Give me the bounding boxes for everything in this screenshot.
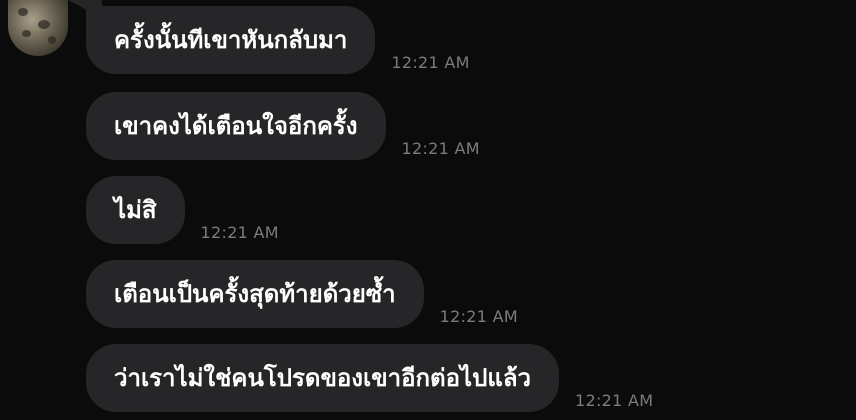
- message-row: ครั้งนั้นทีเขาหันกลับมา 12:21 AM: [86, 6, 470, 74]
- message-bubble[interactable]: ว่าเราไม่ใช่คนโปรดของเขาอีกต่อไปแล้ว: [86, 344, 560, 412]
- message-bubble[interactable]: เขาคงได้เตือนใจอีกครั้ง: [86, 92, 386, 160]
- message-timestamp: 12:21 AM: [401, 139, 480, 158]
- message-row: เตือนเป็นครั้งสุดท้ายด้วยซ้ำ 12:21 AM: [86, 260, 518, 328]
- message-bubble[interactable]: ครั้งนั้นทีเขาหันกลับมา: [86, 6, 376, 74]
- message-timestamp: 12:21 AM: [200, 223, 279, 242]
- message-row: เขาคงได้เตือนใจอีกครั้ง 12:21 AM: [86, 92, 480, 160]
- avatar-texture: [22, 30, 31, 37]
- avatar-texture: [48, 36, 56, 44]
- message-row: ว่าเราไม่ใช่คนโปรดของเขาอีกต่อไปแล้ว 12:…: [86, 344, 653, 412]
- message-bubble[interactable]: เตือนเป็นครั้งสุดท้ายด้วยซ้ำ: [86, 260, 424, 328]
- message-timestamp: 12:21 AM: [391, 53, 470, 72]
- message-timestamp: 12:21 AM: [575, 391, 654, 410]
- message-row: ไม่สิ 12:21 AM: [86, 176, 279, 244]
- message-bubble[interactable]: ไม่สิ: [86, 176, 185, 244]
- message-timestamp: 12:21 AM: [439, 307, 518, 326]
- avatar-texture: [18, 8, 28, 16]
- avatar[interactable]: [8, 0, 68, 56]
- chat-thread: ครั้งนั้นทีเขาหันกลับมา 12:21 AM เขาคงได…: [0, 0, 856, 420]
- avatar-texture: [38, 20, 50, 29]
